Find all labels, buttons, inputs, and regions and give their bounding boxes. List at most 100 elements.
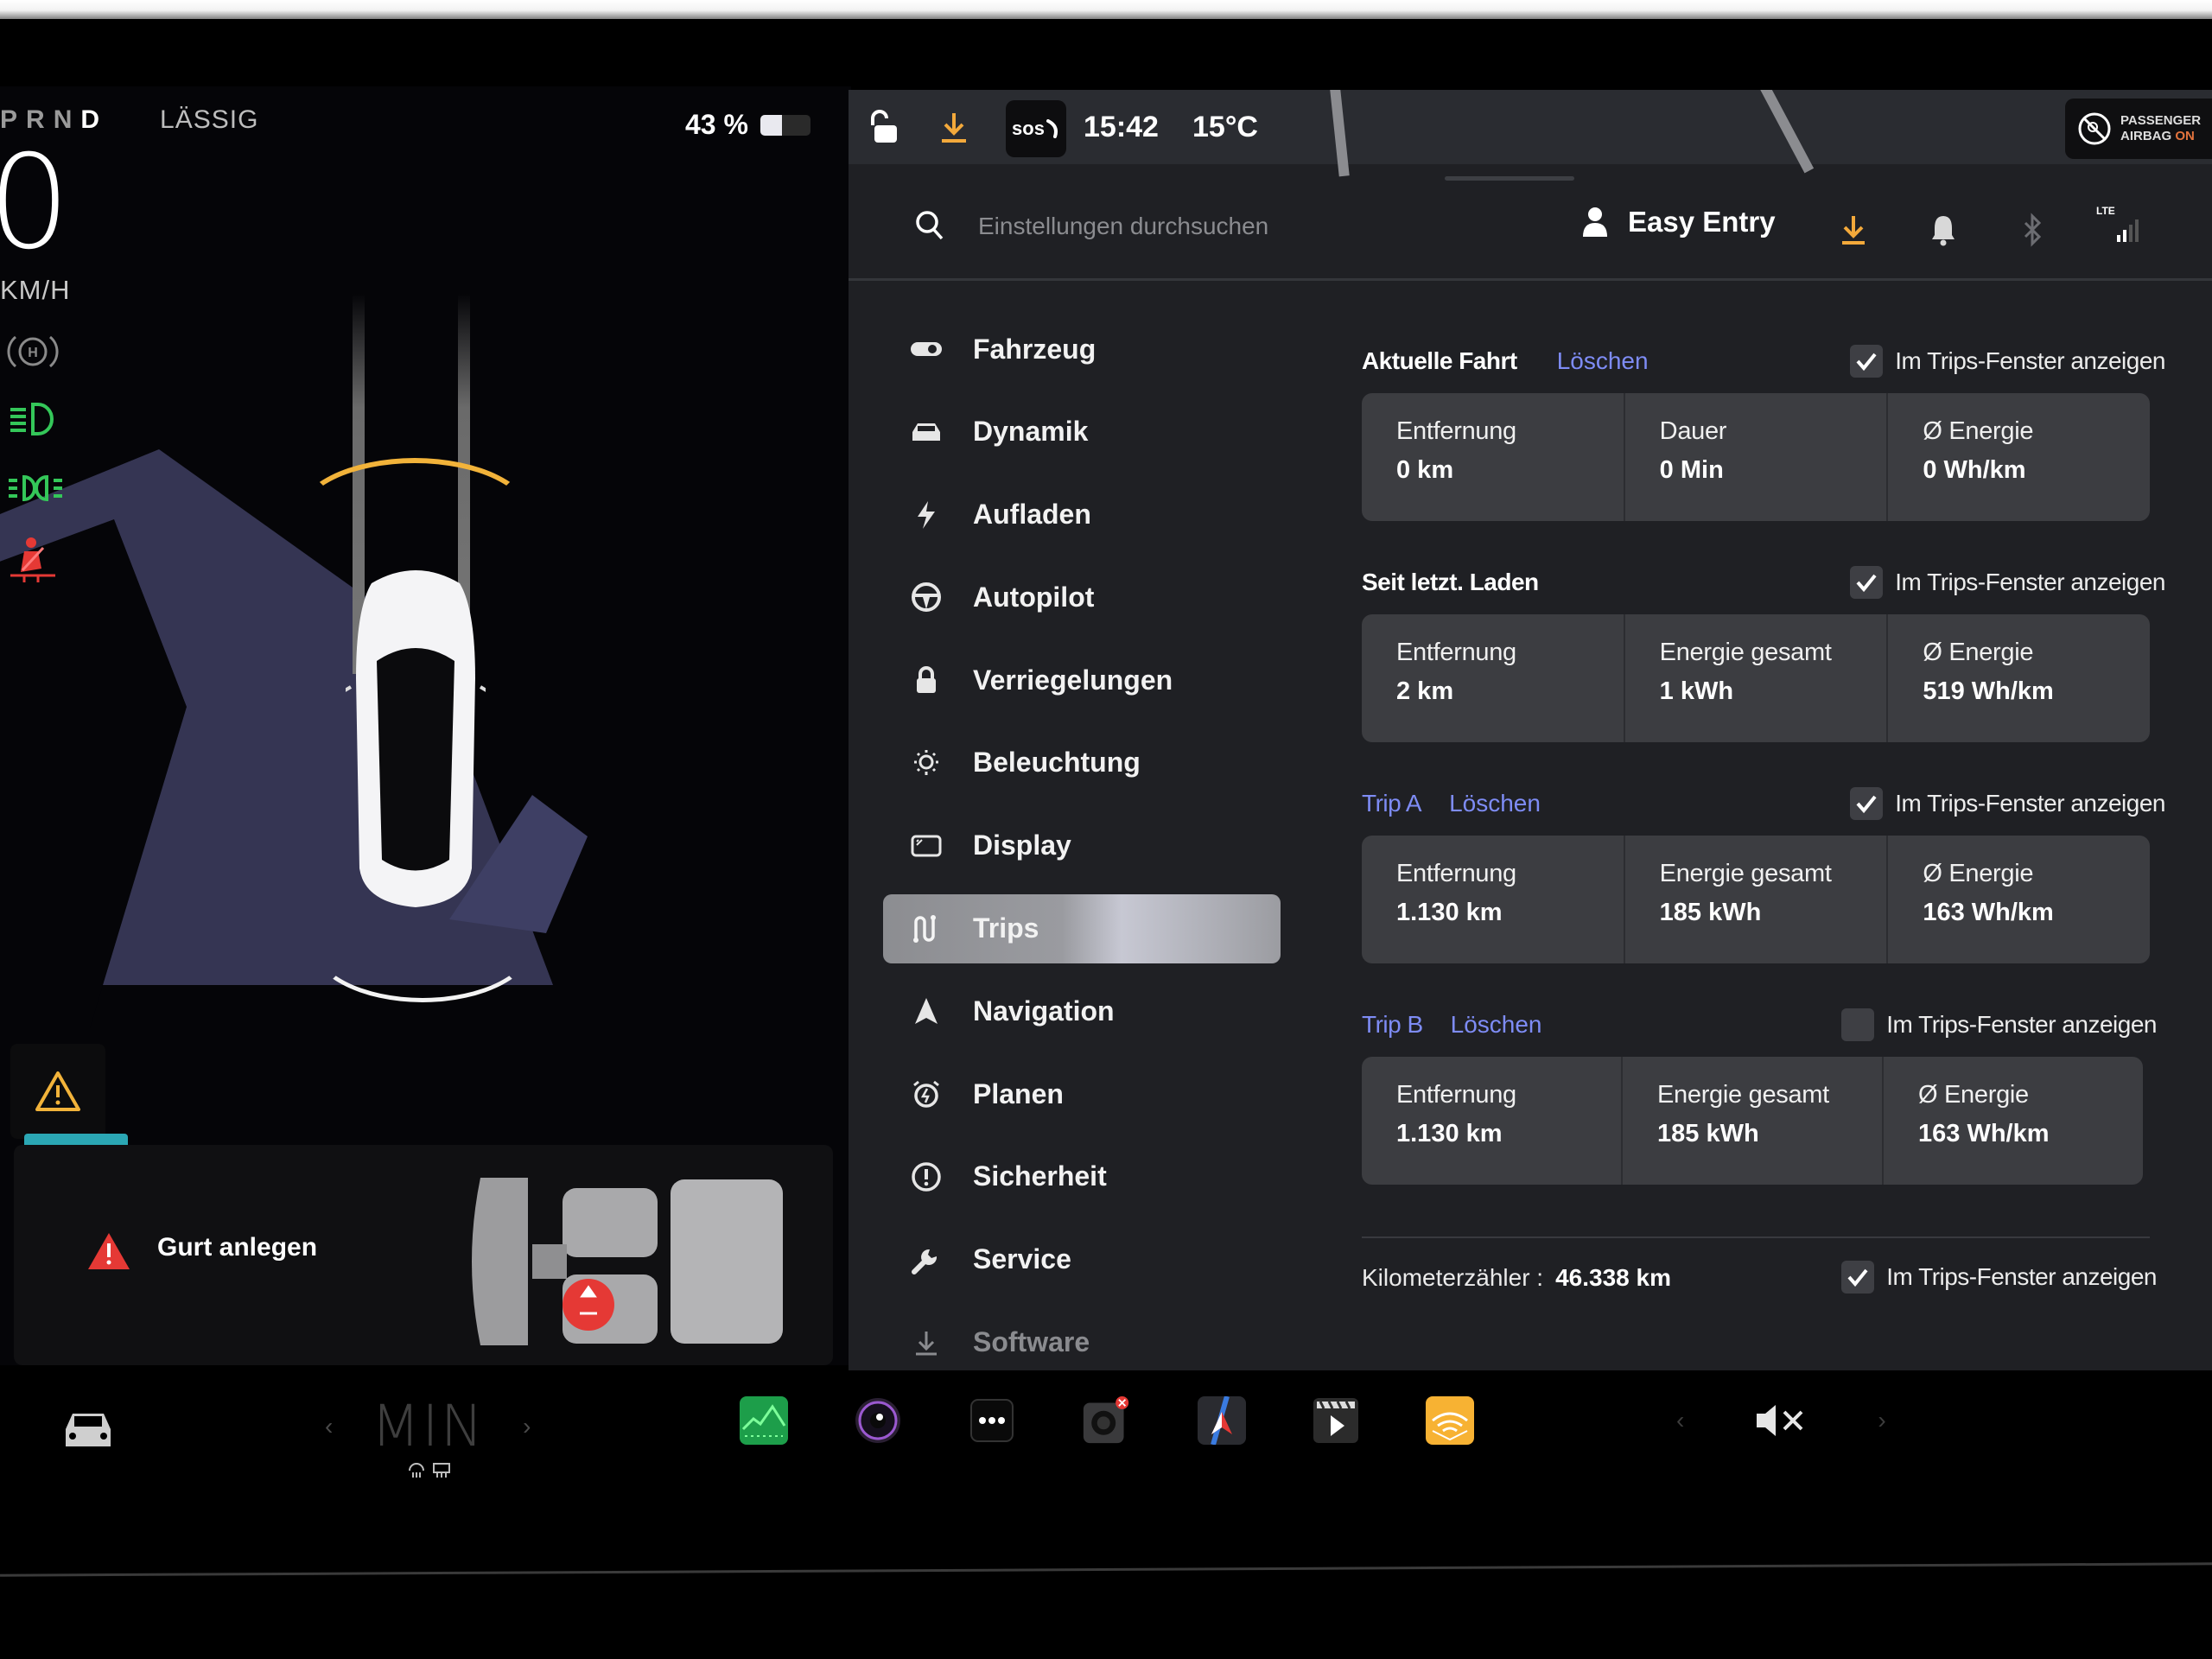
seatbelt-warning-icon (5, 536, 60, 582)
audible-app-button[interactable] (1426, 1396, 1474, 1445)
stat-avg-energy: Ø Energie 163 Wh/km (1923, 860, 2054, 926)
climate-increase-button[interactable]: › (523, 1413, 531, 1440)
trip-section-trip-b: Trip B Löschen Im Trips-Fenster anzeigen… (1362, 1000, 2165, 1221)
sidebar-item-dynamik[interactable]: Dynamik (883, 397, 1281, 467)
defrost-icons[interactable] (406, 1460, 458, 1484)
vehicle-controls-button[interactable] (59, 1408, 118, 1452)
camera-app-button[interactable] (854, 1396, 902, 1445)
show-in-trips-checkbox[interactable]: Im Trips-Fenster anzeigen (1850, 566, 2165, 599)
sidebar-item-beleuchtung[interactable]: Beleuchtung (883, 728, 1281, 798)
low-beam-icon (5, 397, 60, 441)
defrost-icon (409, 1463, 450, 1478)
panel-drag-handle[interactable] (1445, 176, 1574, 181)
settings-panel: sos 15:42 15°C PASSENGER AIRBAG ON Easy … (849, 90, 2212, 1370)
volume-down-button[interactable]: ‹ (1676, 1407, 1684, 1434)
bell-icon (1932, 216, 1955, 246)
media-app-button[interactable] (1312, 1396, 1360, 1445)
airbag-icon (2078, 112, 2111, 145)
camera-lens-icon (855, 1398, 900, 1443)
header-row: Easy Entry LTE (849, 192, 2212, 263)
climate-temperature[interactable]: MIN (371, 1393, 485, 1459)
sidebar-item-planen[interactable]: Planen (883, 1059, 1281, 1128)
show-odometer-checkbox[interactable]: Im Trips-Fenster anzeigen (1841, 1261, 2157, 1294)
speed-readout: 0 (0, 128, 71, 278)
sidebar-item-software[interactable]: Software (883, 1308, 1281, 1370)
battery-percent: 43 % (685, 109, 748, 140)
check-icon (1856, 353, 1877, 371)
stat-distance: Entfernung 0 km (1362, 393, 1625, 521)
show-in-trips-checkbox[interactable]: Im Trips-Fenster anzeigen (1841, 1008, 2157, 1041)
energy-app-button[interactable] (740, 1396, 788, 1445)
stat-total-energy: Energie gesamt 185 kWh (1625, 836, 1889, 963)
clear-trip-b-button[interactable]: Löschen (1451, 1011, 1542, 1039)
header-download-button[interactable] (1839, 213, 1868, 251)
show-in-trips-checkbox[interactable]: Im Trips-Fenster anzeigen (1850, 787, 2165, 820)
warning-button[interactable] (10, 1044, 105, 1139)
sidebar-item-trips[interactable]: Trips (883, 893, 1281, 963)
sidebar-item-sicherheit[interactable]: Sicherheit (883, 1142, 1281, 1211)
wrench-icon (909, 1243, 944, 1277)
svg-text:H: H (28, 346, 38, 360)
section-title: Aktuelle Fahrt (1362, 347, 1517, 374)
status-bar: sos 15:42 15°C PASSENGER AIRBAG ON (849, 90, 2212, 177)
media-play-icon (1313, 1398, 1358, 1443)
volume-muted-icon[interactable] (1753, 1402, 1808, 1440)
bluetooth-button[interactable] (2022, 213, 2044, 251)
checkbox-unchecked[interactable] (1841, 1008, 1875, 1041)
navigation-icon (909, 994, 944, 1028)
checkbox[interactable] (1850, 787, 1884, 820)
trip-stats: Entfernung 2 km Energie gesamt 1 kWh Ø Ene… (1362, 614, 2150, 742)
checkbox[interactable] (1841, 1261, 1875, 1294)
checkbox[interactable] (1850, 566, 1884, 599)
navigation-app-button[interactable] (1198, 1396, 1246, 1445)
energy-chart-icon (740, 1396, 788, 1445)
stat-avg-energy: Ø Energie 0 Wh/km (1923, 417, 2034, 484)
steering-wheel-icon (909, 580, 944, 614)
checkbox[interactable] (1850, 345, 1884, 378)
sidebar-item-fahrzeug[interactable]: Fahrzeug (883, 315, 1281, 384)
download-icon (909, 1325, 944, 1360)
lock-icon (909, 663, 944, 697)
settings-search-input[interactable] (978, 206, 1462, 247)
clear-trip-a-button[interactable]: Löschen (1449, 790, 1541, 817)
show-in-trips-checkbox[interactable]: Im Trips-Fenster anzeigen (1850, 345, 2165, 378)
warning-triangle-icon (35, 1071, 80, 1111)
sidebar-item-verriegelungen[interactable]: Verriegelungen (883, 645, 1281, 715)
audible-icon (1426, 1396, 1474, 1445)
volume-up-button[interactable]: › (1878, 1407, 1885, 1434)
outside-temperature: 15°C (1192, 110, 1258, 143)
software-update-button[interactable] (938, 105, 969, 149)
passenger-airbag-status: PASSENGER AIRBAG ON (2065, 99, 2212, 159)
more-dots-icon (970, 1399, 1014, 1442)
volume-control: ‹ › (1676, 1402, 1886, 1440)
dashcam-app-button[interactable] (1082, 1396, 1130, 1445)
light-icon (909, 746, 944, 780)
odometer-value: 46.338 km (1555, 1264, 1671, 1291)
bluetooth-icon (2024, 213, 2042, 247)
notifications-button[interactable] (1930, 213, 1956, 251)
parking-lights-icon (5, 467, 62, 510)
alert-triangle-icon (86, 1231, 131, 1275)
unlock-button[interactable] (866, 105, 900, 149)
clear-current-trip-button[interactable]: Löschen (1557, 347, 1649, 375)
car-front-icon (66, 1414, 111, 1446)
clock: 15:42 (1084, 110, 1159, 143)
sidebar-item-service[interactable]: Service (883, 1225, 1281, 1294)
seatbelt-alert-card[interactable]: Gurt anlegen (14, 1145, 833, 1365)
climate-decrease-button[interactable]: ‹ (325, 1413, 333, 1440)
sidebar-item-aufladen[interactable]: Aufladen (883, 480, 1281, 550)
sidebar-item-navigation[interactable]: Navigation (883, 976, 1281, 1046)
sos-button[interactable]: sos (1006, 100, 1066, 157)
sidebar-item-display[interactable]: Display (883, 811, 1281, 880)
sidebar-item-autopilot[interactable]: Autopilot (883, 563, 1281, 632)
driver-profile-button[interactable]: Easy Entry (1581, 206, 1776, 238)
cellular-status: LTE (2096, 204, 2145, 250)
trip-stats: Entfernung 1.130 km Energie gesamt 185 kWh… (1362, 836, 2150, 963)
check-icon (1856, 574, 1877, 592)
check-icon (1856, 795, 1877, 813)
more-apps-button[interactable] (968, 1396, 1016, 1445)
trip-a-title-link[interactable]: Trip A (1362, 790, 1422, 817)
stat-distance: Entfernung 1.130 km (1362, 836, 1625, 963)
display-icon (909, 829, 944, 863)
trip-b-title-link[interactable]: Trip B (1362, 1011, 1423, 1039)
